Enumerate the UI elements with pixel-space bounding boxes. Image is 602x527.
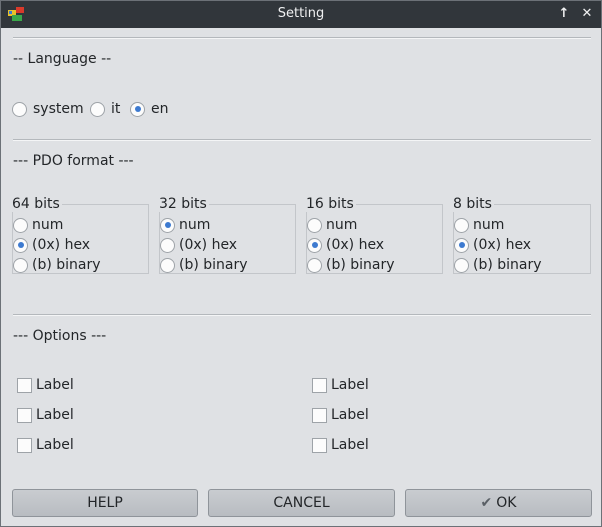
radio-label: num [32,217,64,233]
button-label: HELP [87,495,123,511]
radio-label: it [111,101,121,117]
checkbox[interactable] [312,377,327,393]
language-radio-system[interactable]: system [12,101,84,117]
radio-label: (b) binary [326,257,395,273]
radio-button[interactable] [160,237,175,253]
radio-label: (b) binary [179,257,248,273]
radio-button[interactable] [12,101,27,117]
radio-label: num [473,217,505,233]
pdo-8-binary[interactable]: (b) binary [454,257,542,273]
checkbox[interactable] [312,407,327,423]
radio-button-selected[interactable] [160,217,175,233]
separator [13,37,591,39]
radio-button-selected[interactable] [130,101,145,117]
pdo-64-hex[interactable]: (0x) hex [13,237,90,253]
title-bar[interactable]: Setting ↑ ✕ [1,1,601,28]
radio-button[interactable] [13,257,28,273]
radio-button[interactable] [160,257,175,273]
pdo-group-title-64: 64 bits [12,196,62,212]
checkbox-label: Label [36,407,74,423]
pdo-group-title-32: 32 bits [159,196,209,212]
option-checkbox[interactable]: Label [17,377,74,393]
radio-button[interactable] [454,217,469,233]
pdo-section-title: --- PDO format --- [13,153,134,169]
checkbox-label: Label [331,377,369,393]
checkbox-label: Label [331,407,369,423]
ok-button[interactable]: ✔ OK [405,489,592,517]
checkbox[interactable] [17,407,32,423]
radio-label: (b) binary [32,257,101,273]
keep-above-icon[interactable]: ↑ [556,6,572,22]
language-section-title: -- Language -- [13,51,112,67]
pdo-16-num[interactable]: num [307,217,357,233]
pdo-64-binary[interactable]: (b) binary [13,257,101,273]
cancel-button[interactable]: CANCEL [208,489,395,517]
close-icon[interactable]: ✕ [579,6,595,22]
pdo-8-hex[interactable]: (0x) hex [454,237,531,253]
radio-label: (0x) hex [32,237,91,253]
radio-label: en [151,101,169,117]
language-radio-it[interactable]: it [90,101,120,117]
pdo-32-hex[interactable]: (0x) hex [160,237,237,253]
radio-label: system [33,101,84,117]
checkbox-label: Label [36,377,74,393]
radio-label: (b) binary [473,257,542,273]
pdo-group-title-16: 16 bits [306,196,356,212]
pdo-16-hex[interactable]: (0x) hex [307,237,384,253]
radio-button[interactable] [13,217,28,233]
radio-button[interactable] [90,101,105,117]
pdo-64-num[interactable]: num [13,217,63,233]
radio-label: (0x) hex [473,237,532,253]
option-checkbox[interactable]: Label [17,407,74,423]
button-label: OK [496,495,517,511]
option-checkbox[interactable]: Label [312,437,369,453]
help-button[interactable]: HELP [12,489,198,517]
checkbox-label: Label [36,437,74,453]
radio-label: (0x) hex [326,237,385,253]
option-checkbox[interactable]: Label [312,407,369,423]
pdo-32-binary[interactable]: (b) binary [160,257,248,273]
radio-button[interactable] [454,257,469,273]
pdo-8-num[interactable]: num [454,217,504,233]
settings-window: Setting ↑ ✕ -- Language -- system it en … [0,0,602,527]
radio-label: (0x) hex [179,237,238,253]
checkbox[interactable] [17,437,32,453]
checkbox[interactable] [312,437,327,453]
pdo-32-num[interactable]: num [160,217,210,233]
button-label: CANCEL [273,495,330,511]
separator [13,314,591,316]
radio-button-selected[interactable] [454,237,469,253]
separator [13,139,591,141]
pdo-group-title-8: 8 bits [453,196,494,212]
checkbox[interactable] [17,377,32,393]
radio-label: num [326,217,358,233]
option-checkbox[interactable]: Label [312,377,369,393]
window-title: Setting [277,6,325,21]
radio-label: num [179,217,211,233]
options-section-title: --- Options --- [13,328,107,344]
radio-button-selected[interactable] [13,237,28,253]
radio-button-selected[interactable] [307,237,322,253]
radio-button[interactable] [307,257,322,273]
radio-button[interactable] [307,217,322,233]
language-radio-en[interactable]: en [130,101,169,117]
pdo-16-binary[interactable]: (b) binary [307,257,395,273]
checkmark-icon: ✔ [480,495,493,511]
checkbox-label: Label [331,437,369,453]
option-checkbox[interactable]: Label [17,437,74,453]
